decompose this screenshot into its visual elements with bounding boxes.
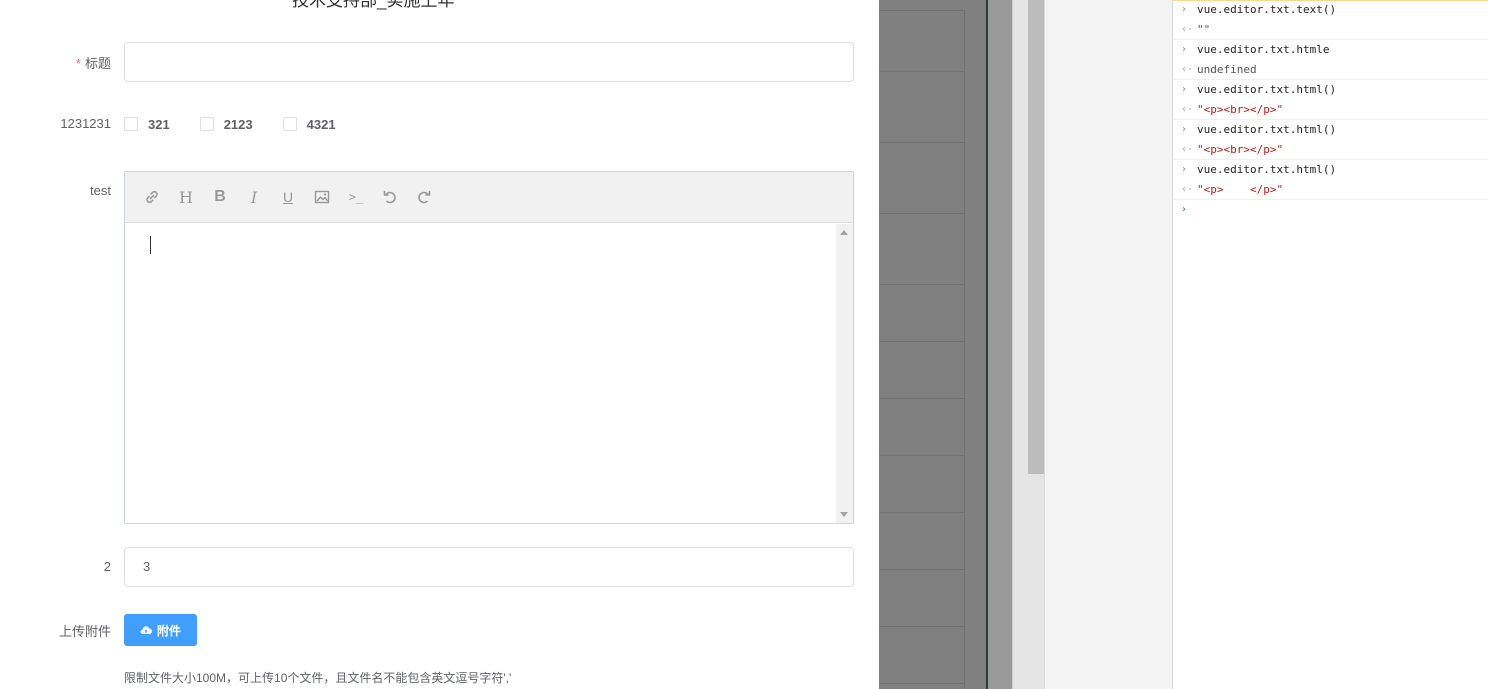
editor-scrollbar[interactable] <box>836 224 853 523</box>
console-entry: › vue.editor.txt.html() ‹· "<p> </p>" <box>1173 160 1488 200</box>
underline-icon[interactable]: U <box>271 182 305 212</box>
checkbox-box[interactable] <box>124 117 138 131</box>
scroll-up-icon[interactable] <box>840 230 848 235</box>
input-chevron-icon: › <box>1181 84 1188 95</box>
devtools-sidebar <box>1044 0 1173 689</box>
upload-attachment-button[interactable]: 附件 <box>124 614 197 646</box>
input-chevron-icon: › <box>1181 164 1188 175</box>
bold-icon[interactable]: B <box>203 182 237 212</box>
prompt-chevron-icon: › <box>1181 204 1188 215</box>
checkbox-option-2123[interactable]: 2123 <box>199 117 253 132</box>
input-chevron-icon: › <box>1181 124 1188 135</box>
drawer-title: 技术支持部_实施上年 <box>292 0 455 10</box>
devtools-console: › vue.editor.txt.text() ‹· "" › vue.editor.… <box>1173 0 1488 689</box>
console-output-line: ‹· "<p><br></p>" <box>1173 100 1488 120</box>
input-chevron-icon: › <box>1181 4 1188 15</box>
italic-icon[interactable]: I <box>237 182 271 212</box>
console-input-line: › vue.editor.txt.htmle <box>1173 40 1488 60</box>
overlay-margin <box>988 0 1012 689</box>
output-arrow-icon: ‹· <box>1181 143 1194 155</box>
title-input[interactable] <box>124 42 854 82</box>
redo-icon[interactable] <box>407 182 441 212</box>
image-icon[interactable] <box>305 182 339 212</box>
console-entry: › vue.editor.txt.text() ‹· "" <box>1173 0 1488 40</box>
console-input-line: › vue.editor.txt.html() <box>1173 160 1488 180</box>
checkbox-option-321[interactable]: 321 <box>124 117 170 132</box>
console-input-line: › vue.editor.txt.html() <box>1173 80 1488 100</box>
output-arrow-icon: ‹· <box>1181 183 1194 195</box>
heading-icon[interactable]: H <box>169 182 203 212</box>
page-scrollbar-thumb[interactable] <box>1028 0 1044 474</box>
rich-text-editor: H B I U >_ <box>124 171 854 524</box>
editor-content-area[interactable] <box>125 224 836 523</box>
editor-label: test <box>90 183 111 198</box>
cloud-upload-icon <box>140 626 152 635</box>
form-drawer: 技术支持部_实施上年 * 标题 1231231 321 2123 4321 tes… <box>0 0 879 689</box>
console-entry: › vue.editor.txt.html() ‹· "<p><br></p>" <box>1173 80 1488 120</box>
field-2-input[interactable]: 3 <box>124 547 854 587</box>
console-output-line: ‹· undefined <box>1173 60 1488 80</box>
upload-label: 上传附件 <box>58 624 111 639</box>
editor-toolbar: H B I U >_ <box>125 172 853 223</box>
output-arrow-icon: ‹· <box>1181 63 1194 75</box>
background-table <box>879 10 965 689</box>
console-output-line: ‹· "<p><br></p>" <box>1173 140 1488 160</box>
page-scrollbar-track-lower[interactable] <box>1028 474 1044 689</box>
modal-overlay[interactable] <box>879 0 987 689</box>
scroll-down-icon[interactable] <box>840 512 848 517</box>
undo-icon[interactable] <box>373 182 407 212</box>
link-icon[interactable] <box>135 182 169 212</box>
output-arrow-icon: ‹· <box>1181 23 1194 35</box>
title-label: * 标题 <box>75 56 111 71</box>
text-caret <box>150 236 151 254</box>
page-scrollbar-track[interactable] <box>1012 0 1028 689</box>
code-icon[interactable]: >_ <box>339 182 373 212</box>
screen: 技术支持部_实施上年 * 标题 1231231 321 2123 4321 tes… <box>0 0 1488 689</box>
console-output-line: ‹· "<p> </p>" <box>1173 180 1488 200</box>
checkbox-option-4321[interactable]: 4321 <box>282 117 336 132</box>
checkbox-group-label: 1231231 <box>60 116 111 131</box>
checkbox-group: 321 2123 4321 <box>124 116 366 132</box>
console-input-line: › vue.editor.txt.text() <box>1173 0 1488 20</box>
console-entry: › vue.editor.txt.htmle ‹· undefined <box>1173 40 1488 80</box>
upload-hint: 限制文件大小100M，可上传10个文件，且文件名不能包含英文逗号字符',' <box>124 671 512 685</box>
required-mark: * <box>75 56 81 71</box>
input-chevron-icon: › <box>1181 44 1188 55</box>
console-entry: › vue.editor.txt.html() ‹· "<p><br></p>" <box>1173 120 1488 160</box>
console-input-line: › vue.editor.txt.html() <box>1173 120 1488 140</box>
output-arrow-icon: ‹· <box>1181 103 1194 115</box>
checkbox-box[interactable] <box>282 117 297 131</box>
checkbox-box[interactable] <box>199 117 214 131</box>
console-output-line: ‹· "" <box>1173 20 1488 40</box>
field-2-label: 2 <box>103 559 111 574</box>
console-prompt[interactable]: › <box>1173 200 1488 220</box>
